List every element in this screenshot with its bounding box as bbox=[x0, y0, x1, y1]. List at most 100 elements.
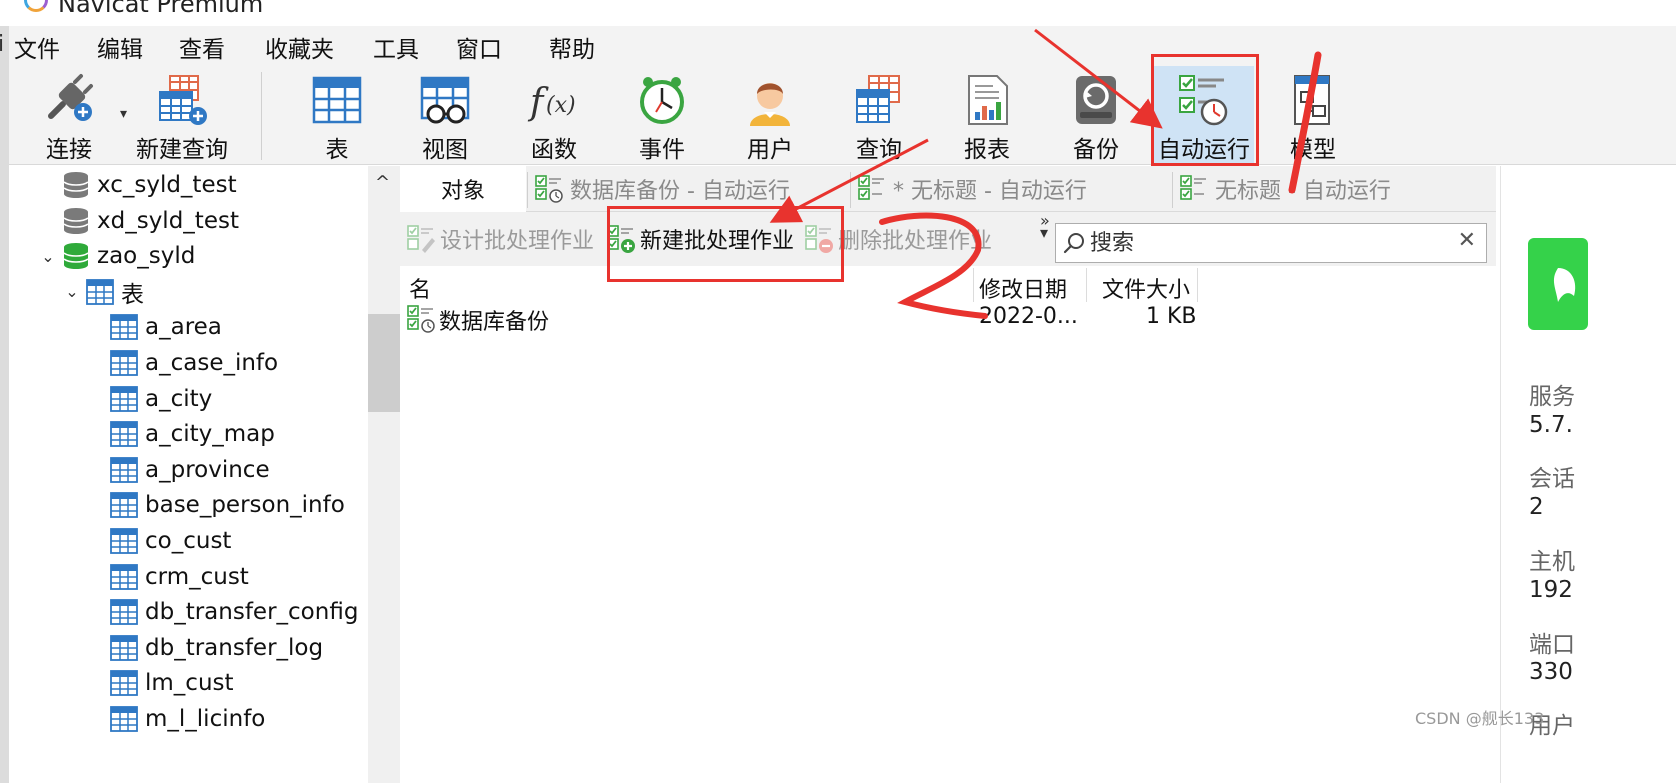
backup-label: 备份 bbox=[1073, 137, 1119, 163]
expand-chevron-icon[interactable]: ⌄ bbox=[59, 282, 85, 301]
menu-window[interactable]: 窗口 bbox=[456, 30, 502, 64]
function-icon: f (x) bbox=[527, 82, 576, 123]
tree-item-label: m_l_licinfo bbox=[145, 706, 266, 732]
tree-table-item[interactable]: a_case_info bbox=[109, 346, 278, 380]
menu-tools[interactable]: 工具 bbox=[373, 30, 419, 64]
expand-chevron-icon[interactable]: ⌄ bbox=[35, 247, 61, 266]
tree-table-item[interactable]: db_transfer_config bbox=[109, 595, 358, 629]
function-button[interactable]: f (x) 函数 bbox=[504, 66, 604, 165]
database-icon bbox=[63, 172, 89, 198]
tree-item-label: a_city_map bbox=[145, 421, 275, 448]
tree-table-item[interactable]: crm_cust bbox=[109, 560, 249, 594]
database-icon bbox=[63, 207, 89, 234]
menu-favorites[interactable]: 收藏夹 bbox=[265, 30, 334, 64]
app-title: Navicat Premium bbox=[58, 0, 264, 18]
model-icon bbox=[1294, 75, 1330, 125]
info-value-host: 192 bbox=[1529, 577, 1573, 603]
file-modified: 2022-0... bbox=[979, 304, 1078, 329]
tree-table-item[interactable]: a_province bbox=[109, 453, 270, 487]
tree-database-item[interactable]: xc_syld_test bbox=[35, 168, 237, 202]
report-label: 报表 bbox=[964, 137, 1010, 163]
user-icon bbox=[750, 83, 790, 126]
tree-item-label: lm_cust bbox=[145, 670, 234, 697]
tab-untitled[interactable]: 无标题 - 自动运行 bbox=[1179, 166, 1391, 212]
event-button[interactable]: 事件 bbox=[612, 66, 712, 165]
tree-table-item[interactable]: base_person_info bbox=[109, 488, 345, 522]
batch-job-icon bbox=[407, 305, 435, 333]
tab-untitled-label: 无标题 - 自动运行 bbox=[1215, 179, 1391, 204]
table-button[interactable]: 表 bbox=[287, 66, 387, 165]
tree-item-label: zao_syld bbox=[97, 243, 196, 270]
connect-label: 连接 bbox=[46, 137, 92, 163]
tree-table-item[interactable]: a_area bbox=[109, 310, 222, 344]
user-button[interactable]: 用户 bbox=[720, 66, 820, 165]
menu-file[interactable]: 文件 bbox=[14, 30, 60, 64]
view-button[interactable]: 视图 bbox=[395, 66, 495, 165]
tree-table-item[interactable]: co_cust bbox=[109, 524, 231, 558]
tree-scrollbar-thumb[interactable] bbox=[368, 314, 400, 412]
more-actions-icon[interactable]: » ▾ bbox=[1040, 213, 1050, 241]
file-name: 数据库备份 bbox=[439, 310, 550, 335]
watermark: CSDN @舰长133 bbox=[1415, 709, 1545, 728]
design-batch-job-label: 设计批处理作业 bbox=[440, 229, 595, 254]
file-size: 1 KB bbox=[1146, 304, 1197, 329]
column-header-name[interactable]: 名 bbox=[409, 272, 431, 303]
query-button[interactable]: 查询 bbox=[829, 66, 929, 165]
table-icon bbox=[110, 670, 138, 697]
collapse-caret-icon[interactable]: ^ bbox=[375, 172, 390, 193]
report-button[interactable]: 报表 bbox=[937, 66, 1037, 165]
tree-item-label: xc_syld_test bbox=[97, 172, 237, 198]
dolphin-icon bbox=[1553, 268, 1576, 302]
tab-untitled-modified[interactable]: * 无标题 - 自动运行 bbox=[857, 166, 1087, 212]
tab-separator bbox=[1172, 172, 1173, 208]
model-label: 模型 bbox=[1290, 137, 1336, 163]
tree-scrollbar[interactable] bbox=[368, 166, 400, 783]
tree-tables-folder[interactable]: ⌄ 表 bbox=[59, 275, 144, 309]
backup-icon bbox=[1076, 76, 1116, 124]
column-header-modified[interactable]: 修改日期 bbox=[979, 272, 1067, 303]
backup-button[interactable]: 备份 bbox=[1046, 66, 1146, 165]
tree-item-label: 表 bbox=[121, 281, 144, 308]
model-button[interactable]: 模型 bbox=[1263, 66, 1363, 165]
tree-item-label: base_person_info bbox=[145, 492, 345, 519]
column-separator[interactable] bbox=[1197, 268, 1198, 302]
annotation-box-automation bbox=[1151, 54, 1259, 166]
tree-table-item[interactable]: a_city bbox=[109, 382, 212, 416]
connect-dropdown-icon[interactable]: ▾ bbox=[120, 106, 127, 122]
batch-job-icon bbox=[535, 175, 563, 203]
design-batch-job-button[interactable]: 设计批处理作业 bbox=[406, 222, 594, 256]
search-input[interactable] bbox=[1090, 226, 1450, 260]
connect-button[interactable]: 连接 bbox=[19, 66, 119, 165]
menu-help[interactable]: 帮助 bbox=[549, 30, 595, 64]
mysql-logo-icon bbox=[1528, 238, 1588, 330]
table-icon bbox=[110, 528, 138, 554]
table-icon bbox=[110, 350, 138, 376]
tree-item-label: db_transfer_config bbox=[145, 599, 359, 626]
tree-database-item[interactable]: xd_syld_test bbox=[35, 204, 239, 238]
edge-glyph: i bbox=[0, 32, 5, 57]
search-box: ✕ bbox=[1055, 223, 1487, 263]
column-header-size[interactable]: 文件大小 bbox=[1102, 272, 1190, 303]
tree-table-item[interactable]: db_transfer_log bbox=[109, 631, 323, 665]
annotation-box-new-batch-job bbox=[607, 206, 844, 282]
tree-table-item[interactable]: lm_cust bbox=[109, 666, 234, 700]
table-label: 表 bbox=[325, 137, 349, 163]
tree-database-item[interactable]: ⌄ zao_syld bbox=[35, 239, 195, 273]
tree-item-label: a_city bbox=[145, 385, 213, 412]
clear-search-icon[interactable]: ✕ bbox=[1458, 228, 1476, 253]
tab-objects[interactable]: 对象 bbox=[400, 166, 526, 212]
info-value-server: 5.7. bbox=[1529, 412, 1573, 438]
column-separator[interactable] bbox=[1086, 268, 1087, 302]
menu-bar: 文件 编辑 查看 收藏夹 工具 窗口 帮助 bbox=[0, 26, 1676, 66]
column-separator[interactable] bbox=[973, 268, 974, 302]
table-icon bbox=[110, 634, 138, 661]
menu-view[interactable]: 查看 bbox=[179, 30, 225, 64]
list-item[interactable]: 数据库备份 2022-0... 1 KB bbox=[406, 304, 1197, 336]
tab-separator bbox=[527, 172, 528, 208]
menu-edit[interactable]: 编辑 bbox=[97, 30, 143, 64]
tree-table-item[interactable]: m_l_licinfo bbox=[109, 702, 265, 736]
new-query-button[interactable]: 新建查询 bbox=[132, 66, 232, 165]
tree-item-label: crm_cust bbox=[145, 563, 249, 590]
table-icon bbox=[312, 76, 362, 124]
tree-table-item[interactable]: a_city_map bbox=[109, 417, 275, 451]
